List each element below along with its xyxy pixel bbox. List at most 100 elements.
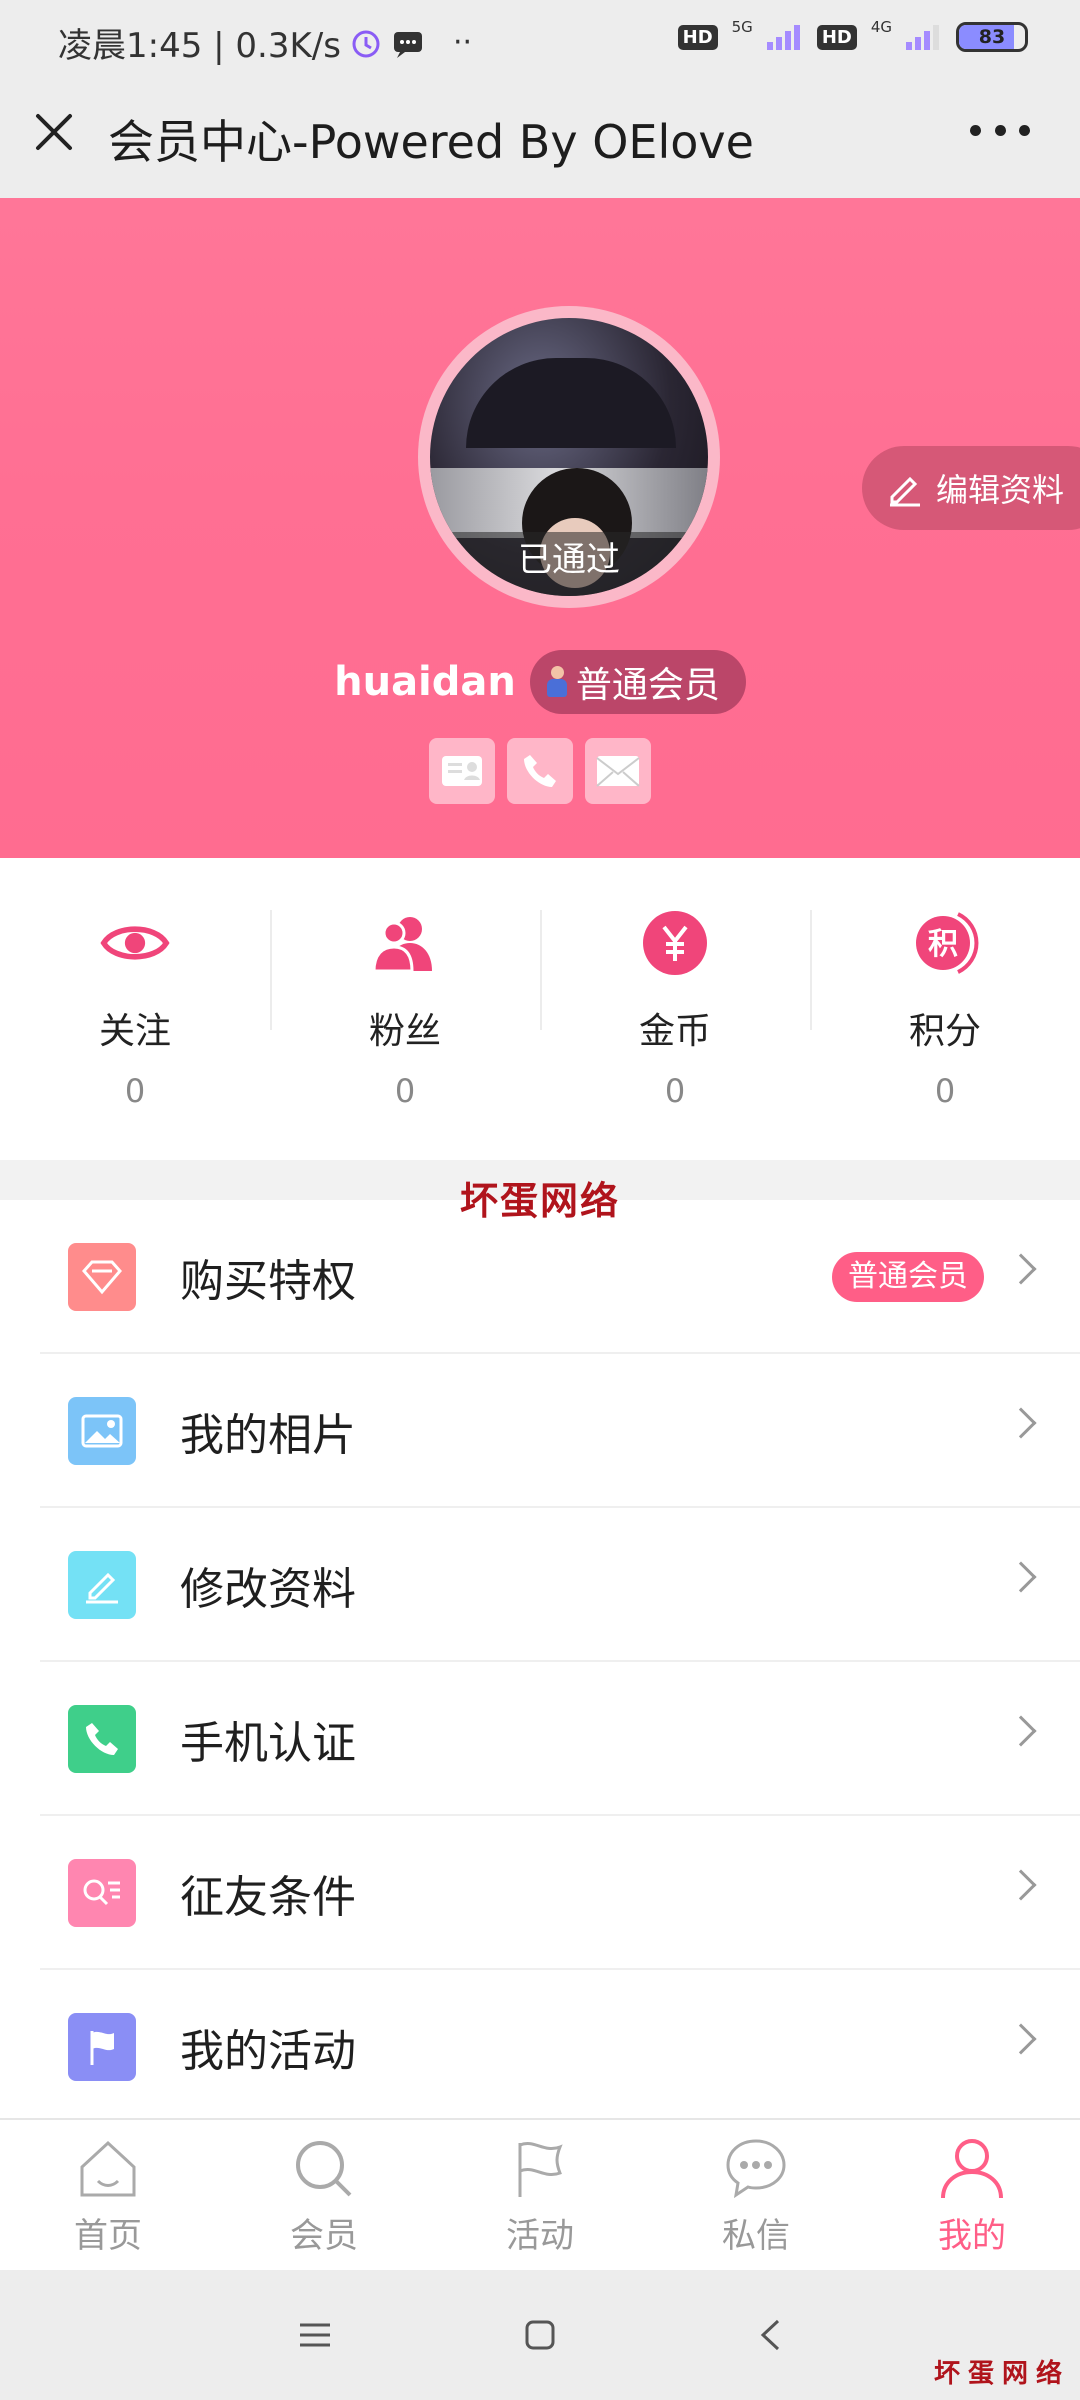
nav-messages[interactable]: 私信	[648, 2120, 864, 2270]
search-list-icon	[68, 1859, 136, 1927]
menu-item-label: 我的相片	[180, 1410, 356, 1461]
network-4g: 4G	[870, 18, 892, 36]
stats-row: 关注 0 粉丝 0 金币 0 积 积分 0	[0, 880, 1080, 1150]
stat-fans[interactable]: 粉丝 0	[270, 880, 540, 1150]
edit-profile-button[interactable]: 编辑资料	[861, 446, 1080, 530]
nav-label: 首页	[74, 2216, 142, 2256]
chevron-right-icon	[1005, 1253, 1037, 1285]
id-card-icon[interactable]	[429, 738, 495, 804]
stat-coins[interactable]: 金币 0	[540, 880, 810, 1150]
member-icon	[544, 664, 570, 700]
flag-icon	[505, 2134, 575, 2204]
status-time: 凌晨1:45 | 0.3K/s	[58, 26, 341, 66]
member-level-badge[interactable]: 普通会员	[529, 650, 746, 714]
more-dot	[1019, 124, 1030, 136]
alarm-icon	[352, 30, 380, 57]
close-icon	[36, 114, 72, 150]
menu-item-label: 购买特权	[180, 1256, 356, 1307]
status-left: 凌晨1:45 | 0.3K/s ··	[58, 18, 472, 67]
home-button[interactable]	[515, 2310, 565, 2360]
menu-item-label: 手机认证	[180, 1718, 356, 1769]
status-bar: 凌晨1:45 | 0.3K/s ·· HD 5G HD 4G 83	[0, 0, 1080, 84]
stat-label: 关注	[98, 1011, 171, 1052]
eye-icon	[100, 908, 170, 978]
stat-label: 粉丝	[368, 1011, 441, 1052]
coin-icon	[640, 908, 710, 978]
recent-apps-button[interactable]	[290, 2310, 340, 2360]
profile-header: 已通过 编辑资料 huaidan 普通会员	[0, 198, 1080, 858]
chat-icon	[721, 2134, 791, 2204]
diamond-icon	[68, 1243, 136, 1311]
square-icon	[525, 2320, 555, 2350]
stat-follow[interactable]: 关注 0	[0, 880, 270, 1150]
menu-item-buy-privilege[interactable]: 购买特权 普通会员	[0, 1200, 1080, 1354]
user-icon	[937, 2134, 1007, 2204]
battery-icon: 83	[956, 22, 1028, 52]
dots-icon: ··	[452, 25, 473, 60]
signal-icon	[766, 24, 803, 50]
chevron-right-icon	[1005, 2023, 1037, 2055]
title-bar: 会员中心-Powered By OElove	[0, 84, 1080, 198]
chevron-right-icon	[1005, 1715, 1037, 1747]
avatar[interactable]: 已通过	[418, 306, 720, 608]
fans-icon	[370, 908, 440, 978]
menu-item-label: 征友条件	[180, 1872, 356, 1923]
stat-points[interactable]: 积 积分 0	[810, 880, 1080, 1150]
menu-item-label: 修改资料	[180, 1564, 356, 1615]
menu-item-label: 我的活动	[180, 2026, 356, 2077]
menu-level-badge: 普通会员	[832, 1252, 984, 1302]
nav-members[interactable]: 会员	[216, 2120, 432, 2270]
nav-label: 私信	[722, 2216, 790, 2256]
stat-value: 0	[664, 1072, 686, 1110]
svg-text:积: 积	[928, 927, 958, 962]
nav-label: 活动	[506, 2216, 574, 2256]
points-icon: 积	[910, 908, 980, 978]
chevron-right-icon	[1005, 1561, 1037, 1593]
menu-item-friend-criteria[interactable]: 征友条件	[0, 1816, 1080, 1970]
menu-item-my-photos[interactable]: 我的相片	[0, 1354, 1080, 1508]
photo-icon	[68, 1397, 136, 1465]
edit-icon	[68, 1551, 136, 1619]
menu-lines-icon	[300, 2323, 330, 2347]
signal-icon-2	[906, 24, 942, 50]
chevron-right-icon	[1005, 1407, 1037, 1439]
avatar-umbrella	[466, 358, 676, 448]
menu-item-phone-verify[interactable]: 手机认证	[0, 1662, 1080, 1816]
pencil-icon	[889, 476, 920, 507]
avatar-status: 已通过	[430, 532, 708, 596]
avatar-image: 已通过	[430, 318, 708, 596]
back-arrow-icon	[760, 2319, 780, 2351]
stat-value: 0	[934, 1072, 956, 1110]
status-right: HD 5G HD 4G 83	[677, 18, 1028, 52]
menu-list: 购买特权 普通会员 我的相片 修改资料 手机认证 征友条件 我的活动	[0, 1200, 1080, 2124]
nav-mine[interactable]: 我的	[864, 2120, 1080, 2270]
edit-profile-label: 编辑资料	[935, 471, 1064, 509]
phone-icon	[68, 1705, 136, 1773]
mail-icon[interactable]	[585, 738, 651, 804]
page-title: 会员中心-Powered By OElove	[108, 115, 754, 169]
back-button[interactable]	[745, 2310, 795, 2360]
corner-watermark: 坏蛋网络	[933, 2359, 1070, 2389]
network-5g: 5G	[731, 18, 753, 36]
message-icon	[393, 31, 422, 58]
menu-item-edit-profile[interactable]: 修改资料	[0, 1508, 1080, 1662]
verify-icons	[0, 738, 1080, 804]
search-icon	[289, 2134, 359, 2204]
close-button[interactable]	[30, 108, 78, 156]
bottom-nav: 首页 会员 活动 私信 我的	[0, 2118, 1080, 2270]
hd-badge: HD	[677, 24, 718, 50]
system-nav-bar: 坏蛋网络	[0, 2270, 1080, 2400]
phone-verify-icon[interactable]	[507, 738, 573, 804]
menu-item-my-activities[interactable]: 我的活动	[0, 1970, 1080, 2124]
username-row: huaidan 普通会员	[0, 650, 1080, 714]
stat-value: 0	[124, 1072, 146, 1110]
battery-level: 83	[978, 26, 1006, 48]
stat-value: 0	[394, 1072, 416, 1110]
stat-label: 积分	[908, 1011, 981, 1052]
more-button[interactable]	[970, 118, 1030, 142]
nav-activities[interactable]: 活动	[432, 2120, 648, 2270]
nav-label: 会员	[290, 2216, 358, 2256]
member-level-label: 普通会员	[575, 665, 720, 706]
nav-home[interactable]: 首页	[0, 2120, 216, 2270]
hd-badge-2: HD	[816, 24, 857, 50]
